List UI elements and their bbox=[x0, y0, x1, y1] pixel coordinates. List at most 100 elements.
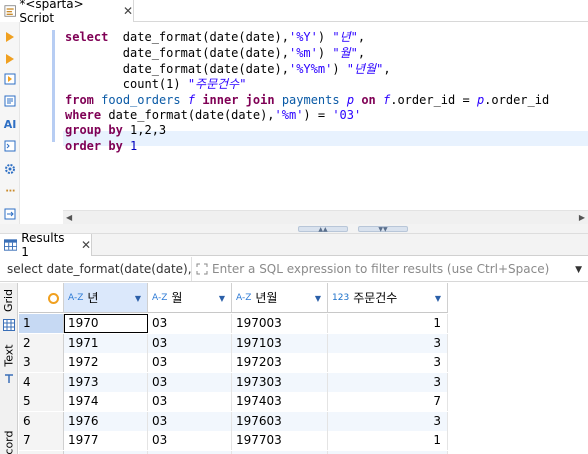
row-number[interactable]: 7 bbox=[19, 431, 64, 450]
results-grid-icon bbox=[4, 239, 18, 251]
grid-table-icon[interactable] bbox=[0, 317, 18, 333]
row-number[interactable]: 2 bbox=[19, 333, 64, 353]
console-icon[interactable] bbox=[3, 139, 17, 153]
sql-token: '%Y%m' bbox=[288, 62, 333, 76]
table-row[interactable]: 4 1973 03 197303 3 bbox=[19, 372, 588, 392]
query-text-link[interactable]: select date_format(date(date),'9 bbox=[0, 257, 192, 281]
row-number[interactable]: 3 bbox=[19, 353, 64, 372]
row-number[interactable]: 5 bbox=[19, 392, 64, 411]
table-cell[interactable]: 1971 bbox=[64, 333, 148, 353]
table-cell[interactable]: 1977 bbox=[64, 431, 148, 450]
text-view-tab[interactable]: Text bbox=[0, 341, 18, 369]
table-cell[interactable]: 1978 bbox=[64, 450, 148, 454]
table-cell[interactable]: 197803 bbox=[232, 450, 328, 454]
column-sort-dropdown-icon[interactable]: ▼ bbox=[219, 294, 225, 303]
grid-view-tab[interactable]: Grid bbox=[0, 285, 18, 315]
table-cell[interactable]: 1974 bbox=[64, 392, 148, 411]
editor-tab-close-icon[interactable]: ✕ bbox=[123, 4, 133, 18]
sql-token: '03' bbox=[332, 108, 362, 122]
column-sort-dropdown-icon[interactable]: ▼ bbox=[315, 294, 321, 303]
execute-new-tab-icon[interactable] bbox=[3, 52, 17, 66]
table-cell[interactable]: 1976 bbox=[64, 411, 148, 431]
table-cell[interactable]: 03 bbox=[148, 314, 232, 333]
filter-bar: select date_format(date(date),'9 ▼ bbox=[0, 257, 588, 282]
ai-assist-icon[interactable]: AI bbox=[3, 117, 17, 131]
column-header[interactable]: A-Z 년월 ▼ bbox=[232, 283, 328, 313]
table-cell[interactable]: 1970 bbox=[64, 314, 148, 333]
column-header[interactable]: A-Z 년 ▼ bbox=[64, 283, 148, 313]
table-cell[interactable]: 197103 bbox=[232, 333, 328, 353]
table-row[interactable]: 3 1972 03 197203 3 bbox=[19, 353, 588, 372]
table-cell[interactable]: 7 bbox=[328, 392, 448, 411]
expand-handle[interactable]: ▼▼ bbox=[358, 226, 408, 233]
table-row[interactable]: 81978031978033 bbox=[19, 450, 588, 454]
row-number[interactable]: 6 bbox=[19, 411, 64, 431]
table-row[interactable]: 1 1970 03 197003 1 bbox=[19, 314, 588, 333]
table-cell[interactable]: 197403 bbox=[232, 392, 328, 411]
row-number[interactable]: 8 bbox=[19, 450, 64, 454]
table-cell[interactable]: 3 bbox=[328, 333, 448, 353]
sql-token: count(1) bbox=[65, 77, 188, 91]
table-cell[interactable]: 197303 bbox=[232, 372, 328, 392]
sql-line: from food_orders f inner join payments p… bbox=[65, 93, 549, 108]
collapse-handle[interactable]: ▲▲ bbox=[298, 226, 348, 233]
results-tab-close-icon[interactable]: ✕ bbox=[81, 238, 91, 252]
column-header[interactable]: 123 주문건수 ▼ bbox=[328, 283, 448, 313]
table-cell[interactable]: 1972 bbox=[64, 353, 148, 372]
editor-tab[interactable]: *<sparta> Script ✕ bbox=[0, 0, 134, 25]
column-header[interactable]: A-Z 월 ▼ bbox=[148, 283, 232, 313]
panel-splitter[interactable]: ▲▲ ▼▼ bbox=[0, 224, 588, 234]
editor-horizontal-scrollbar[interactable]: ◀ ▶ bbox=[63, 210, 588, 224]
row-number[interactable]: 4 bbox=[19, 372, 64, 392]
table-row[interactable]: 2 1971 03 197103 3 bbox=[19, 333, 588, 353]
table-cell[interactable]: 197603 bbox=[232, 411, 328, 431]
statement-marker bbox=[52, 30, 55, 142]
table-cell[interactable]: 03 bbox=[148, 450, 232, 454]
table-cell[interactable]: 3 bbox=[328, 353, 448, 372]
settings-gear-icon[interactable] bbox=[3, 162, 17, 176]
filter-history-dropdown-icon[interactable]: ▼ bbox=[575, 265, 582, 275]
editor-toolstrip: AI ⋯ bbox=[0, 22, 20, 232]
table-cell[interactable]: 03 bbox=[148, 392, 232, 411]
execute-statement-icon[interactable] bbox=[3, 30, 17, 44]
filter-input[interactable] bbox=[212, 262, 572, 276]
explain-plan-icon[interactable] bbox=[3, 94, 17, 108]
column-sort-dropdown-icon[interactable]: ▼ bbox=[135, 294, 141, 303]
table-cell[interactable]: 03 bbox=[148, 353, 232, 372]
row-number[interactable]: 1 bbox=[19, 314, 64, 333]
table-cell[interactable]: 03 bbox=[148, 333, 232, 353]
table-cell[interactable]: 03 bbox=[148, 372, 232, 392]
column-sort-dropdown-icon[interactable]: ▼ bbox=[435, 294, 441, 303]
expand-filter-icon[interactable] bbox=[196, 263, 208, 275]
table-cell[interactable]: 03 bbox=[148, 411, 232, 431]
results-tab[interactable]: Results 1 ✕ bbox=[0, 231, 92, 259]
scroll-right-icon[interactable]: ▶ bbox=[579, 213, 585, 222]
export-icon[interactable] bbox=[3, 207, 17, 221]
table-row[interactable]: 7 1977 03 197703 1 bbox=[19, 431, 588, 450]
table-cell[interactable]: 3 bbox=[328, 372, 448, 392]
table-cell[interactable]: 1 bbox=[328, 431, 448, 450]
sql-editor[interactable]: select date_format(date(date),'%Y') "년",… bbox=[63, 22, 588, 210]
table-row[interactable]: 6 1976 03 197603 3 bbox=[19, 411, 588, 431]
table-cell[interactable]: 197203 bbox=[232, 353, 328, 372]
more-dots-icon[interactable]: ⋯ bbox=[3, 184, 17, 198]
grid-corner[interactable] bbox=[19, 283, 64, 313]
table-cell[interactable]: 197003 bbox=[232, 314, 328, 333]
table-cell[interactable]: 3 bbox=[328, 450, 448, 454]
table-cell[interactable]: 1973 bbox=[64, 372, 148, 392]
table-cell[interactable]: 03 bbox=[148, 431, 232, 450]
execute-script-icon[interactable] bbox=[3, 72, 17, 86]
table-cell[interactable]: 1 bbox=[328, 314, 448, 333]
record-view-tab[interactable]: Record bbox=[0, 429, 18, 454]
scroll-left-icon[interactable]: ◀ bbox=[66, 213, 72, 222]
table-cell[interactable]: 197703 bbox=[232, 431, 328, 450]
sql-token: 1 bbox=[130, 139, 138, 153]
sql-token: .order_id bbox=[484, 93, 550, 107]
table-row[interactable]: 5 1974 03 197403 7 bbox=[19, 392, 588, 411]
text-view-icon[interactable] bbox=[0, 371, 18, 387]
results-grid[interactable]: A-Z 년 ▼ A-Z 월 ▼ A-Z 년월 ▼ 123 주문건수 ▼ 1 1970 03 197003 1 2 1… bbox=[19, 283, 588, 454]
table-cell[interactable]: 3 bbox=[328, 411, 448, 431]
